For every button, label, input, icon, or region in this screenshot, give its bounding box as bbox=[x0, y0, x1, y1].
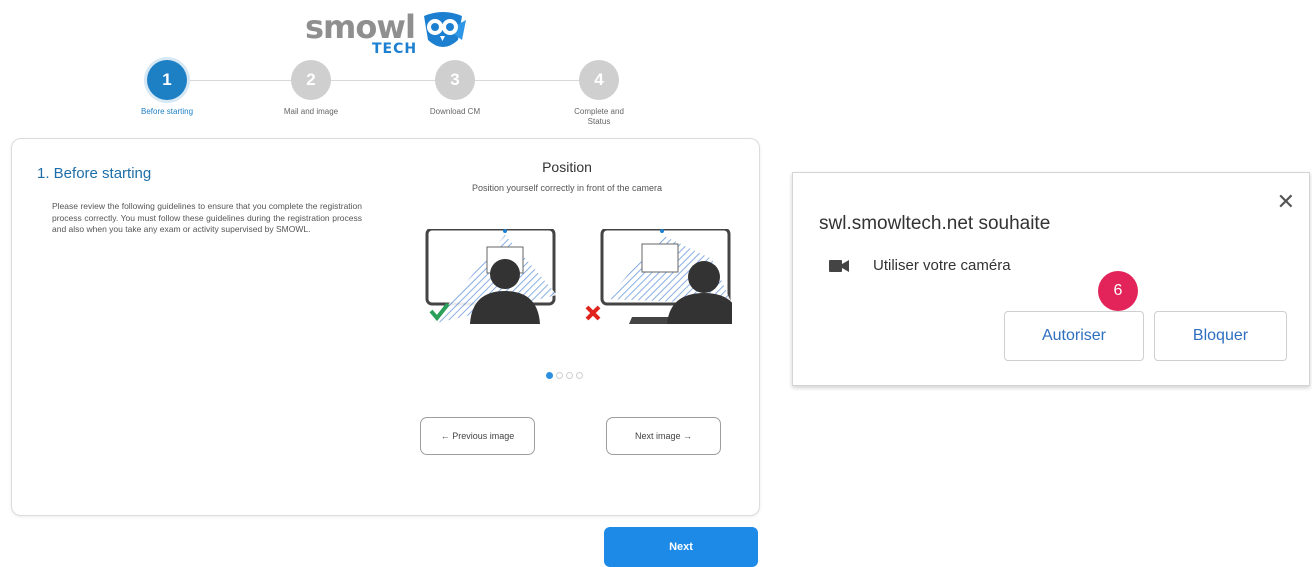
carousel-dot[interactable] bbox=[546, 372, 553, 379]
step-complete-and-status[interactable]: 4 Complete and Status bbox=[539, 60, 659, 127]
stepper-line bbox=[170, 80, 600, 81]
logo-subtitle: TECH bbox=[372, 41, 418, 57]
step-download-cm[interactable]: 3 Download CM bbox=[395, 60, 515, 117]
step-number: 3 bbox=[435, 60, 475, 100]
step-mail-and-image[interactable]: 2 Mail and image bbox=[251, 60, 371, 117]
carousel-dot[interactable] bbox=[576, 372, 583, 379]
guidelines-text: Please review the following guidelines t… bbox=[52, 201, 362, 234]
step-number: 2 bbox=[291, 60, 331, 100]
step-before-starting[interactable]: 1 Before starting bbox=[107, 60, 227, 117]
step-label: Complete and Status bbox=[574, 107, 624, 126]
permission-title: swl.smowltech.net souhaite bbox=[819, 213, 1051, 234]
step-number: 1 bbox=[147, 60, 187, 100]
close-icon[interactable]: ✕ bbox=[1277, 189, 1295, 215]
owl-icon bbox=[424, 12, 466, 47]
guidelines-card: 1. Before starting Please review the fol… bbox=[11, 138, 760, 516]
block-button[interactable]: Bloquer bbox=[1154, 311, 1287, 361]
section-title: 1. Before starting bbox=[37, 165, 152, 182]
step-label: Download CM bbox=[429, 107, 481, 116]
registration-stepper: 1 Before starting 2 Mail and image 3 Dow… bbox=[0, 60, 760, 140]
correct-position-figure bbox=[425, 229, 557, 324]
step-number: 4 bbox=[579, 60, 619, 100]
step-badge: 6 bbox=[1098, 271, 1138, 311]
camera-icon bbox=[829, 260, 849, 272]
step-label: Before starting bbox=[140, 107, 194, 116]
allow-button[interactable]: Autoriser bbox=[1004, 311, 1144, 361]
smowltech-logo: smowl TECH bbox=[305, 8, 475, 58]
carousel-dot[interactable] bbox=[556, 372, 563, 379]
permission-description: Utiliser votre caméra bbox=[873, 257, 1011, 274]
position-illustration bbox=[425, 229, 732, 324]
next-image-button[interactable]: Next image → bbox=[606, 417, 721, 455]
carousel-indicator bbox=[546, 366, 606, 379]
position-subtitle: Position yourself correctly in front of … bbox=[471, 183, 663, 193]
camera-permission-popup: swl.smowltech.net souhaite ✕ Utiliser vo… bbox=[792, 172, 1310, 386]
cross-icon bbox=[585, 305, 601, 321]
next-button[interactable]: Next bbox=[604, 527, 758, 567]
step-label: Mail and image bbox=[283, 107, 339, 116]
position-title: Position bbox=[542, 159, 592, 175]
previous-image-button[interactable]: ← Previous image bbox=[420, 417, 535, 455]
wrong-position-figure bbox=[600, 229, 732, 324]
carousel-dot[interactable] bbox=[566, 372, 573, 379]
